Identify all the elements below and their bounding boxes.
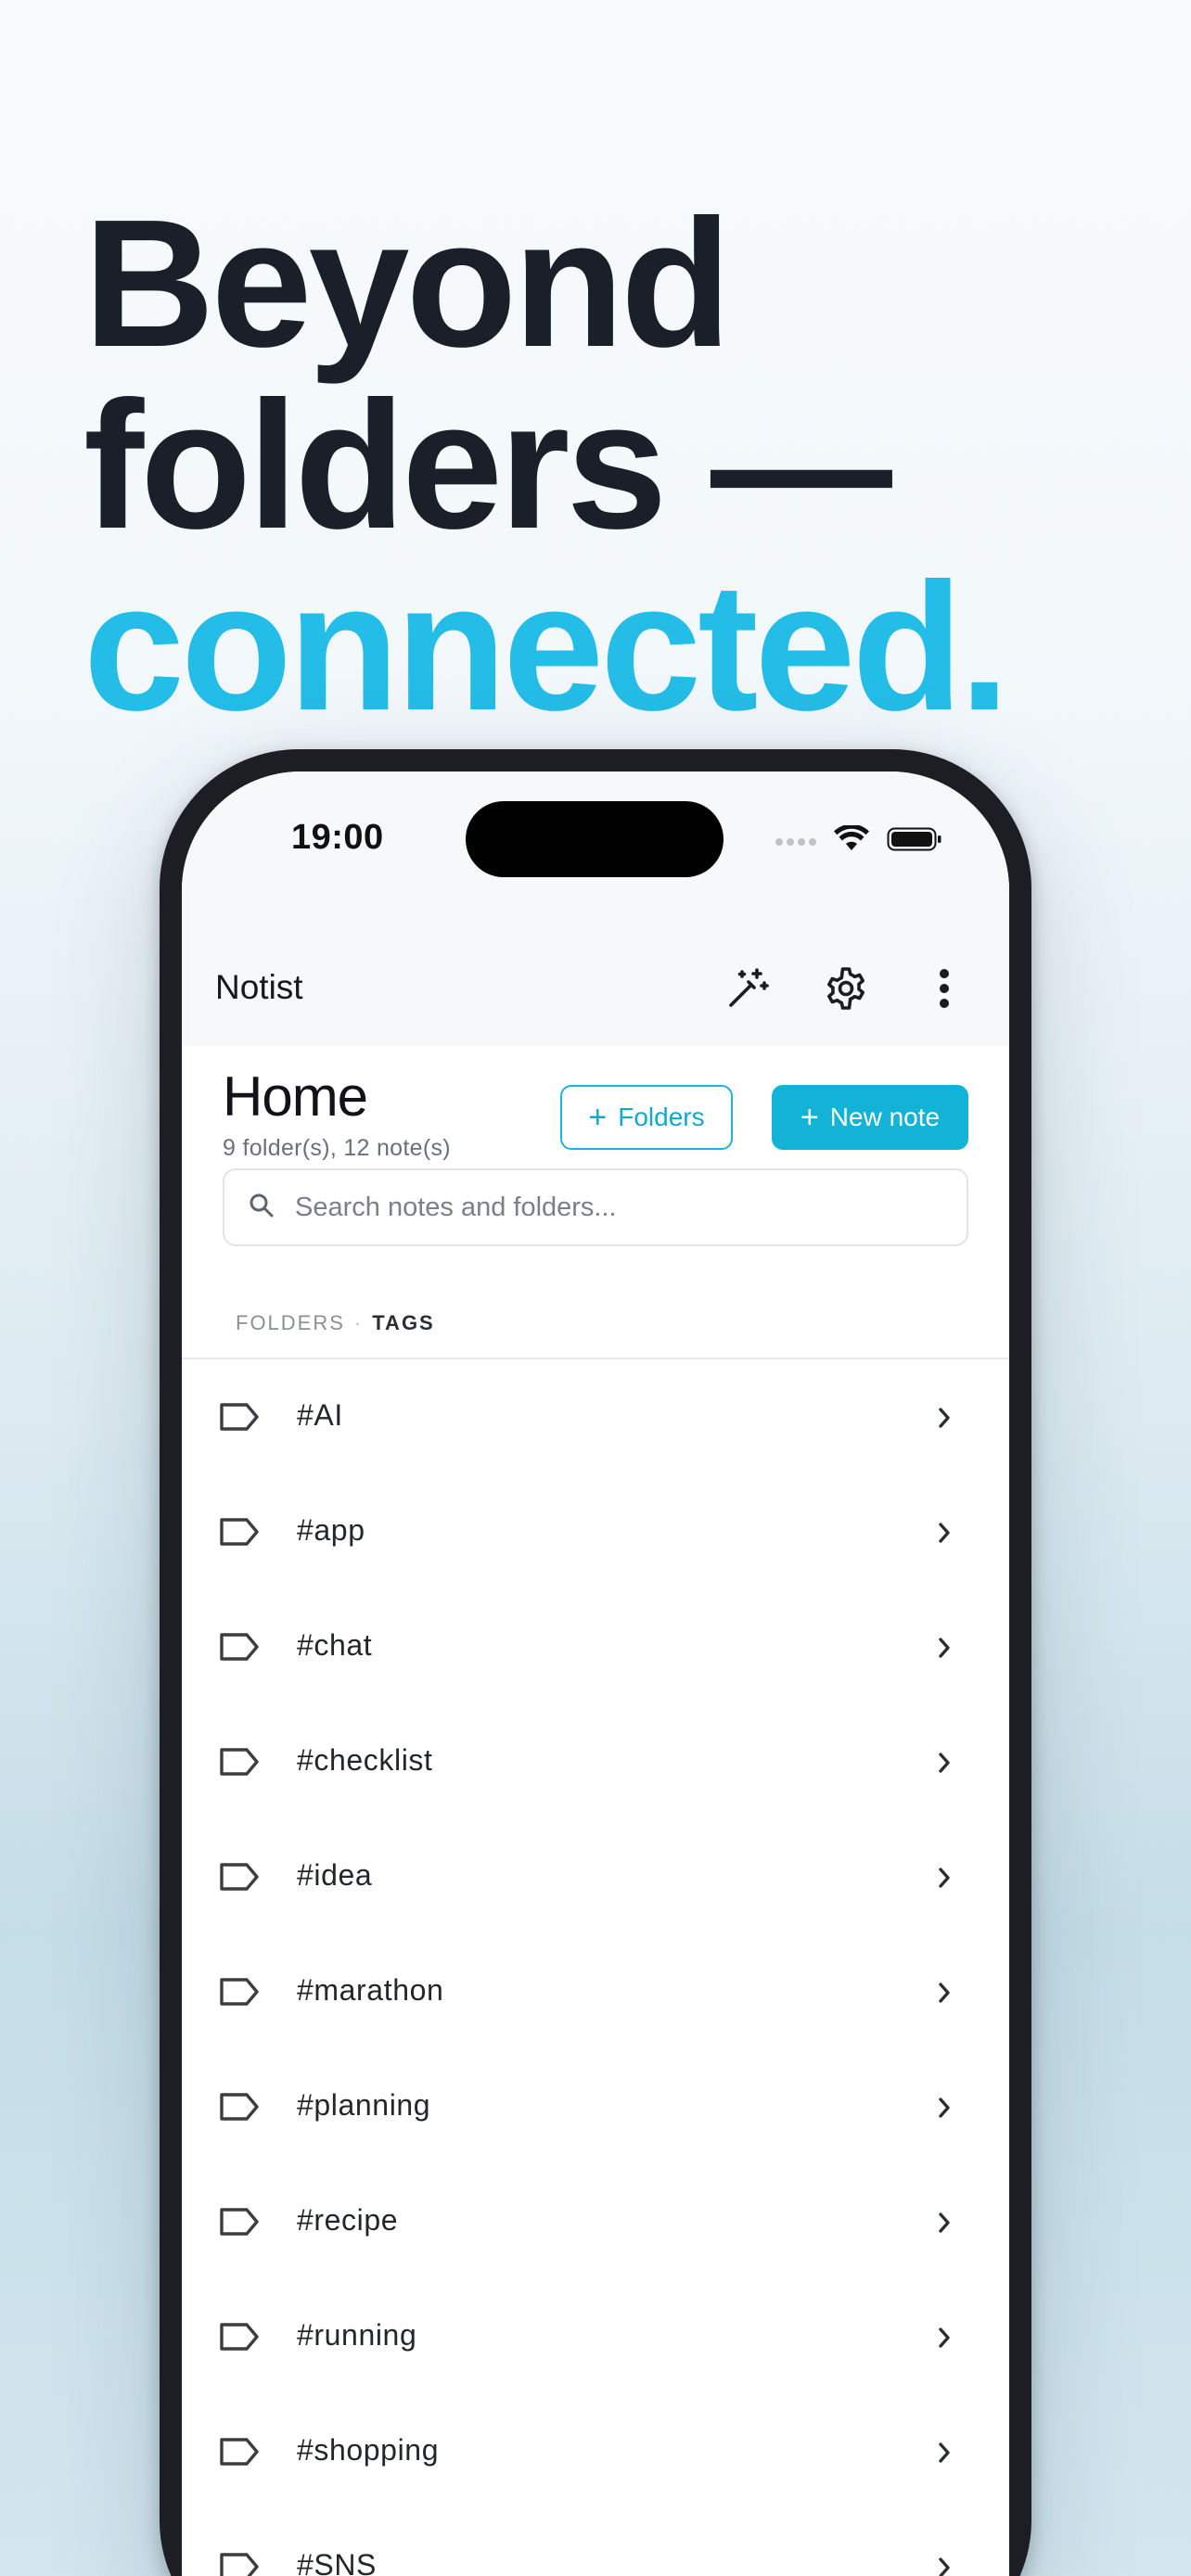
tag-icon <box>219 2092 260 2126</box>
tag-list-item[interactable]: #shopping <box>182 2394 1009 2509</box>
tag-icon <box>219 1862 260 1896</box>
tag-label: #chat <box>297 1628 373 1662</box>
page-subtitle: 9 folder(s), 12 note(s) <box>223 1135 451 1161</box>
tag-list-item[interactable]: #marathon <box>182 1934 1009 2049</box>
chevron-right-icon <box>937 1751 952 1779</box>
magic-wand-icon[interactable] <box>718 959 777 1018</box>
tag-label: #shopping <box>297 2433 440 2467</box>
chevron-right-icon <box>937 1866 952 1894</box>
chevron-right-icon <box>937 2096 952 2124</box>
view-switcher: FOLDERS · TAGS <box>236 1311 435 1335</box>
add-folder-label: Folders <box>618 1103 705 1131</box>
phone-frame: 19:00 Notist Home 9 folder(s), 12 note(s… <box>160 749 1031 2576</box>
tag-list-item[interactable]: #planning <box>182 2049 1009 2164</box>
page-title: Home <box>223 1065 368 1128</box>
chevron-right-icon <box>937 1521 952 1549</box>
chevron-right-icon <box>937 2326 952 2354</box>
app-bar: Notist <box>182 935 1009 1046</box>
app-bar-actions <box>718 959 974 1018</box>
more-vertical-icon[interactable] <box>915 959 974 1018</box>
chevron-right-icon <box>937 1636 952 1664</box>
status-time: 19:00 <box>291 818 384 857</box>
chevron-right-icon <box>937 2556 952 2576</box>
tag-list-item[interactable]: #chat <box>182 1589 1009 1704</box>
search-icon <box>249 1192 275 1223</box>
tag-icon <box>219 1747 260 1781</box>
status-bar: 19:00 <box>182 772 1009 935</box>
wifi-icon <box>833 823 870 858</box>
phone-screen: 19:00 Notist Home 9 folder(s), 12 note(s… <box>182 772 1009 2576</box>
tag-list-item[interactable]: #recipe <box>182 2164 1009 2279</box>
hero-headline: Beyond folders — connected. <box>83 193 1150 738</box>
new-note-button[interactable]: + New note <box>772 1085 968 1150</box>
tab-tags[interactable]: TAGS <box>372 1311 434 1335</box>
add-folder-button[interactable]: + Folders <box>560 1085 733 1150</box>
top-band <box>0 0 1191 85</box>
tag-label: #recipe <box>297 2203 399 2237</box>
tag-label: #AI <box>297 1398 343 1432</box>
tag-list-item[interactable]: #running <box>182 2279 1009 2394</box>
tag-icon <box>219 1632 260 1666</box>
hero-line-3: connected. <box>83 545 1010 748</box>
cellular-signal-icon <box>775 837 816 846</box>
tag-label: #running <box>297 2318 417 2352</box>
tag-icon <box>219 2207 260 2241</box>
chevron-right-icon <box>937 2211 952 2239</box>
tag-list-item[interactable]: #idea <box>182 1819 1009 1934</box>
tag-icon <box>219 1517 260 1551</box>
tag-icon <box>219 2552 260 2576</box>
tab-separator: · <box>353 1311 364 1334</box>
tab-folders[interactable]: FOLDERS <box>236 1311 345 1335</box>
tag-icon <box>219 2437 260 2471</box>
tag-icon <box>219 1402 260 1436</box>
search-input[interactable]: Search notes and folders... <box>223 1168 968 1246</box>
tag-label: #SNS <box>297 2548 377 2576</box>
gear-icon[interactable] <box>816 959 876 1018</box>
search-placeholder: Search notes and folders... <box>295 1192 617 1222</box>
status-icons <box>775 823 942 858</box>
hero-line-1: Beyond <box>83 182 732 385</box>
hero-line-2: folders — <box>83 363 892 567</box>
tag-list-item[interactable]: #app <box>182 1474 1009 1589</box>
chevron-right-icon <box>937 2441 952 2469</box>
chevron-right-icon <box>937 1406 952 1435</box>
tag-icon <box>219 1977 260 2011</box>
tag-list: #AI #app #chat #checklist #idea #marathon #pla… <box>182 1359 1009 2576</box>
home-header: Home 9 folder(s), 12 note(s) <box>223 1065 451 1162</box>
tag-list-item[interactable]: #SNS <box>182 2509 1009 2576</box>
tag-label: #idea <box>297 1858 373 1892</box>
app-title: Notist <box>215 968 303 1006</box>
dynamic-island <box>466 801 724 877</box>
tag-list-item[interactable]: #checklist <box>182 1704 1009 1819</box>
chevron-right-icon <box>937 1981 952 2009</box>
tag-icon <box>219 2322 260 2356</box>
plus-icon: + <box>588 1100 608 1135</box>
tag-label: #app <box>297 1513 365 1547</box>
battery-icon <box>887 825 942 858</box>
tag-label: #marathon <box>297 1973 444 2007</box>
tag-list-item[interactable]: #AI <box>182 1359 1009 1474</box>
tag-label: #planning <box>297 2088 431 2122</box>
new-note-label: New note <box>829 1103 941 1131</box>
plus-icon: + <box>800 1100 819 1135</box>
tag-label: #checklist <box>297 1743 433 1777</box>
